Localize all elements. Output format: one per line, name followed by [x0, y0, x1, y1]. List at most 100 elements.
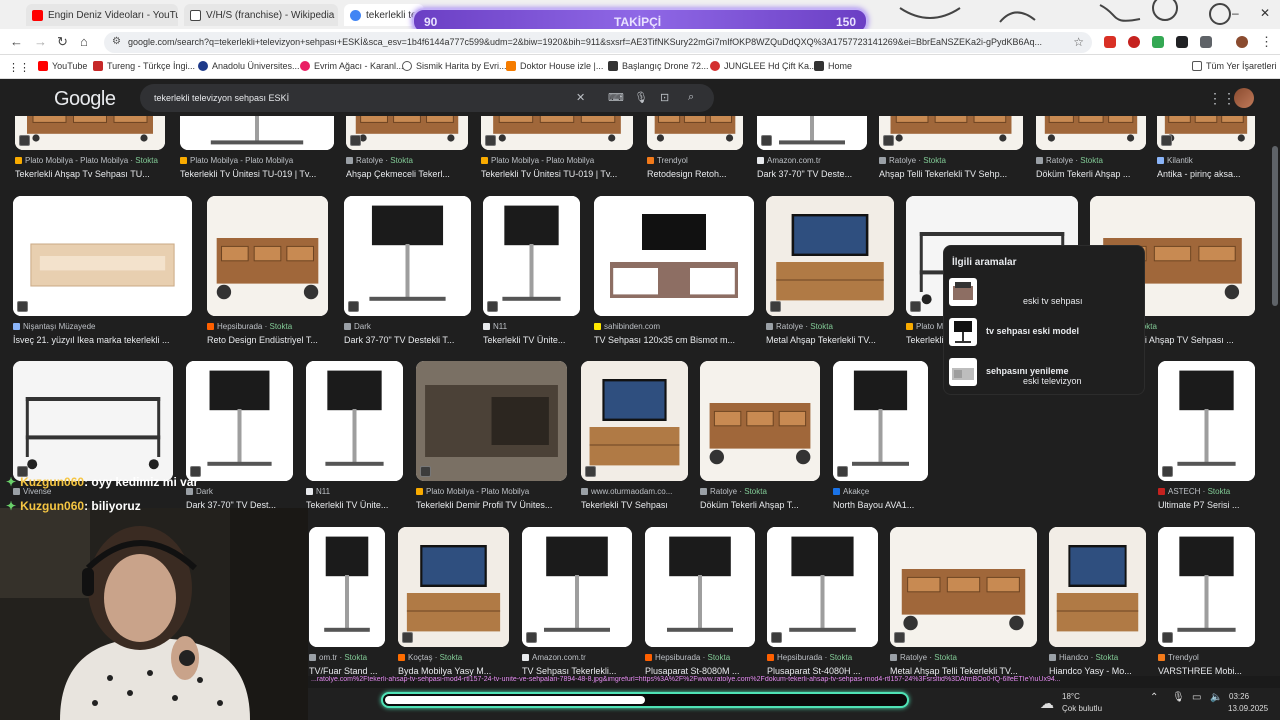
clear-icon[interactable]: ✕ [576, 91, 585, 104]
result-thumbnail[interactable] [1158, 527, 1255, 647]
result-source[interactable]: Ratolye · Stokta [879, 156, 1043, 165]
bookmark-anadolu[interactable]: Anadolu Üniversites... [198, 61, 300, 71]
result-source[interactable]: om.tr · Stokta [309, 653, 405, 662]
close-icon[interactable]: ✕ [334, 9, 338, 22]
search-icon[interactable]: ⌕ [688, 91, 694, 104]
result-title[interactable]: Metal Ahşap Telli Tekerlekli TV... [890, 666, 1051, 676]
result-thumbnail[interactable] [483, 196, 580, 316]
result-title[interactable]: Tekerlekli TV Ünite... [483, 335, 594, 345]
result-source[interactable]: Hiandco · Stokta [1049, 653, 1166, 662]
image-result-card[interactable]: Kilantik Antika - pirinç aksa... [1157, 116, 1255, 200]
result-thumbnail[interactable] [594, 196, 754, 316]
bookmark-sismik[interactable]: Sismik Harita by Evri... [402, 61, 507, 71]
microphone-icon[interactable]: 🎙 [1172, 692, 1185, 703]
keyboard-icon[interactable]: ⌨ [608, 91, 624, 104]
result-title[interactable]: Byda Mobilya Yasy M... [398, 666, 523, 676]
extension-icon[interactable] [1128, 36, 1140, 48]
lens-icon[interactable]: ⊡ [660, 91, 669, 104]
bookmark-tureng[interactable]: Tureng - Türkçe İngi... [93, 61, 195, 71]
result-thumbnail[interactable] [481, 116, 633, 150]
result-thumbnail[interactable] [767, 527, 878, 647]
result-source[interactable]: Plato Mobilya - Plato Mobilya [481, 156, 653, 165]
network-icon[interactable]: ▭ [1192, 692, 1201, 703]
result-thumbnail[interactable] [13, 361, 173, 481]
puzzle-icon[interactable] [1200, 36, 1212, 48]
result-source[interactable]: Ratolye · Stokta [766, 322, 914, 331]
result-source[interactable]: N11 [306, 487, 423, 496]
result-title[interactable]: TV Sehpası Tekerlekli... [522, 666, 646, 676]
result-source[interactable]: Ratolye · Stokta [1036, 156, 1166, 165]
result-source[interactable]: Ratolye · Stokta [346, 156, 488, 165]
scrollbar-thumb[interactable] [1272, 146, 1278, 306]
image-result-card[interactable]: Hepsiburada · Stokta Plusaparat St-4080H … [767, 527, 878, 697]
result-title[interactable]: Tekerlekli TV Ünite... [306, 500, 417, 510]
result-thumbnail[interactable] [757, 116, 867, 150]
image-result-card[interactable]: Ratolye · Stokta Metal Ahşap Tekerlekli T… [766, 196, 894, 366]
result-thumbnail[interactable] [186, 361, 293, 481]
image-result-card[interactable]: Dark Dark 37-70" TV Dest... [186, 361, 293, 531]
image-result-card[interactable]: www.oturmaodam.co... Tekerlekli TV Sehpas… [581, 361, 688, 531]
image-result-card[interactable]: Ratolye · Stokta Ahşap Telli Tekerlekli T… [879, 116, 1023, 200]
result-title[interactable]: Plusaparat St-4080H ... [767, 666, 892, 676]
result-thumbnail[interactable] [1158, 361, 1255, 481]
result-thumbnail[interactable] [398, 527, 509, 647]
result-title[interactable]: TV/Fuar Stand ... [309, 666, 399, 676]
result-thumbnail[interactable] [833, 361, 928, 481]
tab-wikipedia[interactable]: V/H/S (franchise) - Wikipedia ✕ [184, 4, 338, 26]
bookmark-youtube[interactable]: YouTube [38, 61, 87, 71]
result-source[interactable]: www.oturmaodam.co... [581, 487, 708, 496]
result-thumbnail[interactable] [647, 116, 743, 150]
result-thumbnail[interactable] [1049, 527, 1146, 647]
result-thumbnail[interactable] [344, 196, 471, 316]
result-source[interactable]: Dark [186, 487, 313, 496]
page-scrollbar[interactable] [1270, 116, 1280, 688]
result-thumbnail[interactable] [306, 361, 403, 481]
image-result-card[interactable]: Amazon.com.tr TV Sehpası Tekerlekli... [522, 527, 632, 697]
volume-icon[interactable]: 🔈 [1210, 692, 1222, 703]
extension-icon[interactable] [1104, 36, 1116, 48]
search-box[interactable]: tekerlekli televizyon sehpası ESKİ ✕ ⌨ 🎙… [140, 84, 714, 112]
image-result-card[interactable]: Koçtaş · Stokta Byda Mobilya Yasy M... [398, 527, 509, 697]
image-result-card[interactable]: Ratolye · Stokta Döküm Tekerli Ahşap ... [1036, 116, 1146, 200]
image-result-card[interactable]: ASTECH · Stokta Ultimate P7 Serisi ... [1158, 361, 1255, 531]
result-title[interactable]: Tekerlekli Tv Ünitesi TU-019 | Tv... [180, 169, 348, 179]
result-source[interactable]: Amazon.com.tr [522, 653, 652, 662]
result-thumbnail[interactable] [13, 196, 192, 316]
image-result-card[interactable]: Hiandco · Stokta Hiandco Yasy - Mo... [1049, 527, 1146, 697]
result-title[interactable]: Döküm Tekerli Ahşap ... [1036, 169, 1160, 179]
result-source[interactable]: Koçtaş · Stokta [398, 653, 529, 662]
close-window-icon[interactable]: ✕ [1260, 6, 1270, 20]
result-thumbnail[interactable] [766, 196, 894, 316]
result-thumbnail[interactable] [309, 527, 385, 647]
apps-icon[interactable]: ⋮⋮ [8, 61, 30, 74]
search-input[interactable]: tekerlekli televizyon sehpası ESKİ [154, 93, 289, 103]
bookmark-home[interactable]: Home [814, 61, 852, 71]
result-thumbnail[interactable] [207, 196, 328, 316]
result-source[interactable]: Dark [344, 322, 491, 331]
image-result-card[interactable]: sahibinden.com TV Sehpası 120x35 cm Bismo… [594, 196, 754, 366]
result-title[interactable]: Tekerlekli TV Sehpası [581, 500, 702, 510]
home-icon[interactable]: ⌂ [80, 34, 88, 49]
result-title[interactable]: Antika - pirinç aksa... [1157, 169, 1269, 179]
weather-icon[interactable]: ☁ [1040, 695, 1054, 712]
image-result-card[interactable]: Plato Mobilya - Plato Mobilya · Stokta Te… [15, 116, 165, 200]
bookmark-evrim[interactable]: Evrim Ağacı - Karanl... [300, 61, 404, 71]
image-result-card[interactable]: Trendyol Retodesign Retoh... [647, 116, 743, 200]
result-source[interactable]: Akakçe [833, 487, 948, 496]
result-thumbnail[interactable] [346, 116, 468, 150]
extension-icon[interactable] [1176, 36, 1188, 48]
result-title[interactable]: Döküm Tekerli Ahşap T... [700, 500, 834, 510]
result-title[interactable]: Dark 37-70" TV Destekli T... [344, 335, 485, 345]
result-title[interactable]: Dark 37-70" TV Deste... [757, 169, 881, 179]
profile-avatar[interactable] [1236, 36, 1248, 48]
result-source[interactable]: Amazon.com.tr [757, 156, 887, 165]
image-result-card[interactable]: Nişantaşı Müzayede İsveç 21. yüzyıl Ikea … [13, 196, 192, 366]
result-source[interactable]: Trendyol [1158, 653, 1270, 662]
image-result-card[interactable]: Hepsiburada · Stokta Plusaparat St-8080M … [645, 527, 755, 697]
image-result-card[interactable]: N11 Tekerlekli TV Ünite... [306, 361, 403, 531]
shield-icon[interactable] [1152, 36, 1164, 48]
image-result-card[interactable]: Plato Mobilya - Plato MobilyaTekerlekli … [416, 361, 567, 531]
result-title[interactable]: Tekerlekli Demir Profil TV Ünites... [416, 500, 581, 510]
result-source[interactable]: Ratolye · Stokta [700, 487, 840, 496]
result-thumbnail[interactable] [700, 361, 820, 481]
